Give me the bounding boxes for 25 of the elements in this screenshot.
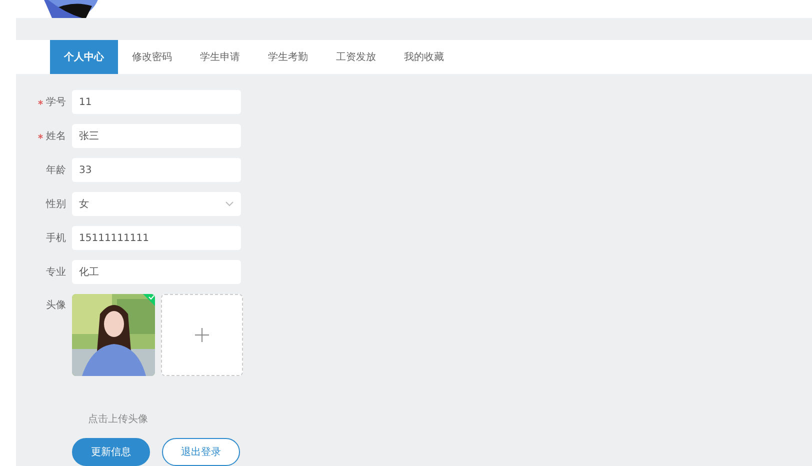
logout-button[interactable]: 退出登录	[162, 438, 240, 466]
tab[interactable]: 工资发放	[322, 40, 390, 74]
input-field[interactable]: 化工	[72, 260, 241, 284]
tab[interactable]: 学生申请	[186, 40, 254, 74]
input-field[interactable]: 33	[72, 158, 241, 182]
chevron-down-icon	[225, 201, 234, 207]
input-field[interactable]: 15111111111	[72, 226, 241, 250]
tab[interactable]: 我的收藏	[390, 40, 458, 74]
select-field[interactable]: 女	[72, 192, 241, 216]
field-label: 学号	[46, 97, 66, 108]
update-button[interactable]: 更新信息	[72, 438, 150, 466]
plus-icon	[195, 328, 209, 342]
upload-hint: 点击上传头像	[88, 412, 148, 426]
tab[interactable]: 修改密码	[118, 40, 186, 74]
input-field[interactable]: 11	[72, 90, 241, 114]
field-label: 头像	[45, 298, 66, 312]
upload-box[interactable]	[161, 294, 243, 376]
field-label: 年龄	[46, 165, 66, 176]
field-label: 姓名	[46, 131, 66, 142]
tab[interactable]: 学生考勤	[254, 40, 322, 74]
field-label: 手机	[46, 233, 66, 244]
field-label: 专业	[46, 267, 66, 278]
input-field[interactable]: 张三	[72, 124, 241, 148]
field-label: 性别	[46, 199, 66, 210]
tab[interactable]: 个人中心	[50, 40, 118, 74]
